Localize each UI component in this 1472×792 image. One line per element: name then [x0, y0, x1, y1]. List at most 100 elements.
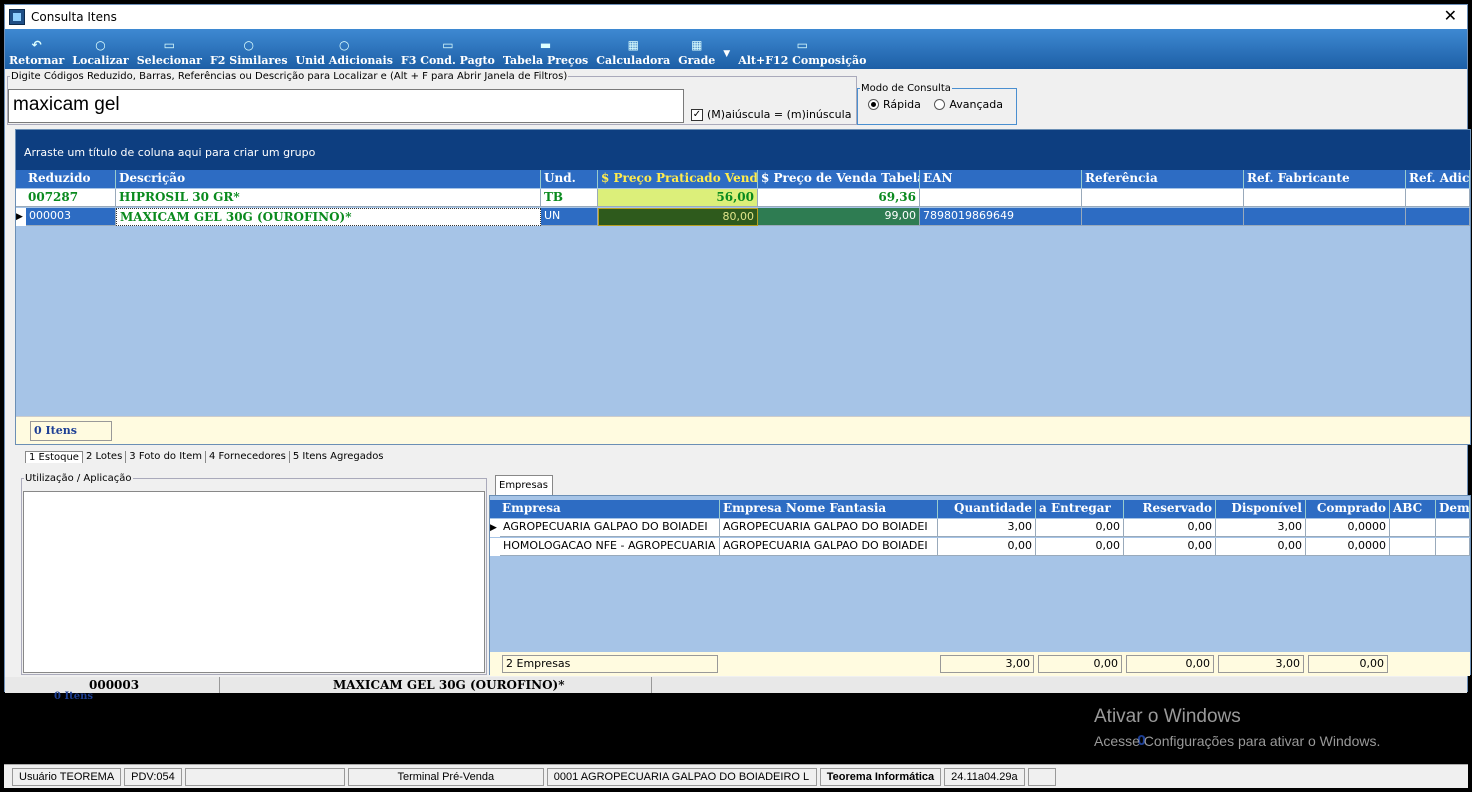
similares-button[interactable]: ○ F2 Similares [210, 31, 288, 69]
col-referencia[interactable]: Referência [1082, 170, 1244, 188]
table-row-cell[interactable]: 0,00 [1124, 538, 1216, 556]
col-descricao[interactable]: Descrição [116, 170, 541, 188]
folder-icon: ▬ [539, 38, 552, 52]
col-empresa[interactable]: Empresa [490, 500, 720, 518]
background-count: 0 Itens [54, 691, 93, 702]
table-row-cell[interactable] [920, 189, 1082, 207]
selected-item-bar: 000003 MAXICAM GEL 30G (OUROFINO)* [5, 677, 1467, 693]
table-row-cell[interactable]: 69,36 [758, 189, 920, 207]
col-ref-adic[interactable]: Ref. Adic [1406, 170, 1470, 188]
table-row-cell[interactable]: UN [541, 208, 598, 226]
table-row-cell[interactable]: HIPROSIL 30 GR* [116, 189, 541, 207]
tabela-precos-button[interactable]: ▬ Tabela Preços [503, 31, 588, 69]
grade-button[interactable]: ▦ Grade [678, 31, 715, 69]
selecionar-button[interactable]: ▭ Selecionar [137, 31, 202, 69]
table-row-cell[interactable]: 0,00 [1216, 538, 1306, 556]
grid-footer: 0 Itens [16, 416, 1470, 444]
bg-label-und: Und [586, 714, 609, 728]
search-icon: ○ [338, 38, 350, 52]
table-row-cell[interactable]: 0,00 [1036, 519, 1124, 537]
table-row-cell[interactable] [1390, 519, 1436, 537]
group-by-hint: Arraste um título de coluna aqui para cr… [16, 130, 1470, 170]
tab-empresas[interactable]: Empresas [495, 475, 553, 495]
col-und[interactable]: Und. [541, 170, 598, 188]
grade-dropdown[interactable]: ▼ [723, 31, 730, 69]
table-row-cell[interactable]: 007287 [16, 189, 116, 207]
table-row-cell[interactable]: MAXICAM GEL 30G (OUROFINO)* [116, 208, 541, 226]
col-comprado[interactable]: Comprado [1306, 500, 1390, 518]
close-icon[interactable]: ✕ [1444, 6, 1457, 25]
table-row-cell[interactable]: 0,0000 [1306, 538, 1390, 556]
col-demanda[interactable]: Dema [1436, 500, 1470, 518]
table-row-cell[interactable] [1390, 538, 1436, 556]
book-icon: ▭ [442, 38, 454, 52]
search-icon: ○ [95, 38, 106, 52]
table-row-cell[interactable] [1244, 208, 1406, 226]
tab-estoque[interactable]: 1 Estoque [25, 451, 83, 463]
table-row-cell[interactable]: TB [541, 189, 598, 207]
table-row-cell[interactable]: AGROPECUARIA GALPAO DO BOIADEI [720, 538, 938, 556]
table-row-cell[interactable]: 3,00 [938, 519, 1036, 537]
col-reduzido[interactable]: Reduzido [16, 170, 116, 188]
window-title: Consulta Itens [31, 10, 117, 24]
table-row-cell[interactable]: 56,00 [598, 189, 758, 207]
col-ean[interactable]: EAN [920, 170, 1082, 188]
utilizacao-textarea[interactable] [23, 491, 485, 673]
table-row-cell[interactable] [1244, 189, 1406, 207]
table-row-cell[interactable] [1082, 189, 1244, 207]
composicao-button[interactable]: ▭ Alt+F12 Composição [738, 31, 866, 69]
col-nome-fantasia[interactable]: Empresa Nome Fantasia [720, 500, 938, 518]
col-preco-tabela[interactable]: $ Preço de Venda Tabela [758, 170, 920, 188]
col-ref-fabricante[interactable]: Ref. Fabricante [1244, 170, 1406, 188]
status-terminal: Terminal Pré-Venda [347, 767, 544, 786]
row-indicator-icon: ▶ [16, 208, 26, 226]
activate-windows-title: Ativar o Windows [1094, 706, 1241, 727]
cond-pagto-button[interactable]: ▭ F3 Cond. Pagto [401, 31, 495, 69]
localizar-button[interactable]: ○ Localizar [72, 31, 128, 69]
table-row-cell[interactable]: 3,00 [1216, 519, 1306, 537]
radio-rapida[interactable]: Rápida [868, 98, 921, 111]
tab-fornecedores[interactable]: 4 Fornecedores [206, 451, 290, 463]
col-quantidade[interactable]: Quantidade [938, 500, 1036, 518]
background-window [4, 692, 1156, 756]
table-row-cell[interactable] [1406, 189, 1470, 207]
tab-itens-agregados[interactable]: 5 Itens Agregados [290, 451, 387, 463]
table-row-cell[interactable]: 80,00 [598, 208, 758, 226]
table-row-cell[interactable]: 7898019869649 [920, 208, 1082, 226]
table-row-cell[interactable] [1406, 208, 1470, 226]
table-row-cell[interactable]: AGROPECUARIA GALPAO DO BOIADEI [720, 519, 938, 537]
case-checkbox[interactable]: ✓ (M)aiúscula = (m)inúscula [691, 108, 851, 121]
col-disponivel[interactable]: Disponível [1216, 500, 1306, 518]
title-bar: Consulta Itens ✕ [5, 5, 1467, 29]
total-a-entregar: 0,00 [1038, 655, 1122, 673]
calculadora-button[interactable]: ▦ Calculadora [596, 31, 670, 69]
tab-foto[interactable]: 3 Foto do Item [126, 451, 206, 463]
col-reservado[interactable]: Reservado [1124, 500, 1216, 518]
table-row-cell[interactable]: 99,00 [758, 208, 920, 226]
table-row-cell[interactable]: 000003 [26, 208, 116, 226]
radio-avancada[interactable]: Avançada [934, 98, 1003, 111]
toolbar: ↶ Retornar ○ Localizar ▭ Selecionar ○ F2 Sim… [5, 29, 1467, 69]
tab-lotes[interactable]: 2 Lotes [83, 451, 127, 463]
col-preco-praticado[interactable]: $ Preço Praticado Venda [598, 170, 758, 188]
modo-consulta-group: Modo de Consulta Rápida Avançada [857, 83, 1017, 125]
table-row-cell[interactable]: 0,00 [1124, 519, 1216, 537]
table-row-cell[interactable] [1082, 208, 1244, 226]
table-row-cell[interactable] [1436, 519, 1470, 537]
unid-adicionais-button[interactable]: ○ Unid Adicionais [296, 31, 393, 69]
table-row-cell[interactable]: HOMOLOGACAO NFE - AGROPECUARIA [500, 538, 720, 556]
retornar-button[interactable]: ↶ Retornar [9, 31, 64, 69]
table-row-cell[interactable]: AGROPECUARIA GALPAO DO BOIADEI [500, 519, 720, 537]
table-row-cell[interactable]: 0,0000 [1306, 519, 1390, 537]
status-empresa: 0001 AGROPECUARIA GALPAO DO BOIADEIRO L [546, 767, 817, 786]
table-row-cell[interactable]: 0,00 [1036, 538, 1124, 556]
table-row-cell[interactable]: 0,00 [938, 538, 1036, 556]
status-empty [184, 767, 345, 786]
col-abc[interactable]: ABC [1390, 500, 1436, 518]
search-input[interactable]: maxicam gel [8, 89, 684, 123]
divider [219, 677, 220, 693]
table-row-cell[interactable] [1436, 538, 1470, 556]
consulta-itens-window: Consulta Itens ✕ ↶ Retornar ○ Localizar ▭ S… [4, 4, 1471, 693]
col-a-entregar[interactable]: a Entregar [1036, 500, 1124, 518]
selected-code: 000003 [89, 678, 140, 692]
